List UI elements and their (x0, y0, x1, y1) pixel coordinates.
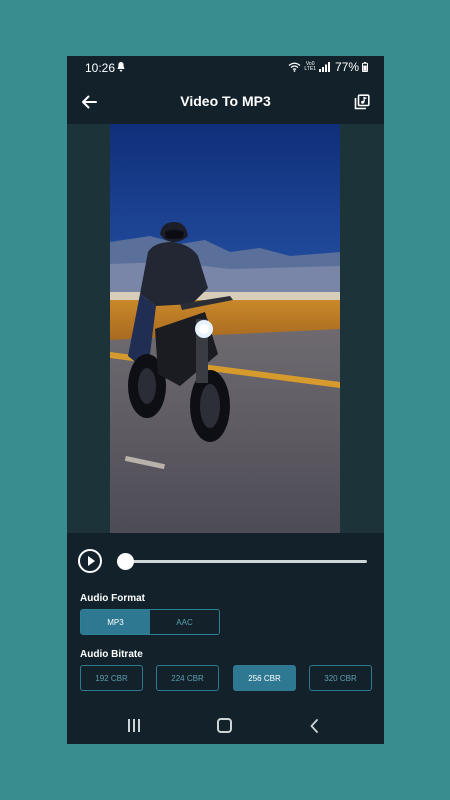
seek-bar[interactable] (127, 560, 367, 563)
battery-percent: 77% (334, 60, 359, 74)
bitrate-option-224[interactable]: 224 CBR (156, 665, 219, 691)
network-type-bottom: LTE1 (304, 66, 316, 72)
format-option-mp3[interactable]: MP3 (81, 610, 150, 634)
play-button[interactable] (78, 549, 102, 573)
bitrate-option-192[interactable]: 192 CBR (80, 665, 143, 691)
format-option-aac[interactable]: AAC (150, 610, 219, 634)
nav-back-button[interactable] (307, 717, 321, 735)
battery-icon (362, 62, 368, 72)
system-navigation-bar (67, 708, 384, 744)
bitrate-option-320[interactable]: 320 CBR (309, 665, 372, 691)
video-frame (110, 124, 340, 533)
phone-screen: 10:26 Vo0 LTE1 77% Video To MP3 Audio Fo… (67, 56, 384, 744)
media-library-button[interactable] (350, 90, 374, 114)
audio-bitrate-options: 192 CBR 224 CBR 256 CBR 320 CBR (80, 665, 372, 691)
chevron-left-icon (310, 719, 318, 733)
media-library-icon (354, 94, 370, 110)
wifi-icon (288, 62, 301, 72)
status-icons: Vo0 LTE1 77% (288, 60, 368, 74)
audio-bitrate-label: Audio Bitrate (80, 649, 143, 660)
page-title: Video To MP3 (180, 93, 271, 109)
home-button[interactable] (217, 718, 232, 733)
arrow-left-icon (82, 95, 97, 109)
recents-button[interactable] (128, 719, 142, 733)
audio-format-toggle: MP3 AAC (80, 609, 220, 635)
notification-icon (117, 62, 125, 72)
bitrate-option-256[interactable]: 256 CBR (233, 665, 296, 691)
video-preview[interactable] (67, 124, 384, 533)
audio-format-label: Audio Format (80, 593, 145, 604)
signal-icon (318, 62, 330, 72)
status-bar: 10:26 Vo0 LTE1 77% (67, 56, 384, 80)
status-time: 10:26 (85, 61, 116, 75)
seek-thumb[interactable] (117, 553, 134, 570)
app-bar: Video To MP3 (67, 80, 384, 124)
motorcycle-video-thumbnail (110, 124, 340, 533)
play-icon (87, 556, 95, 566)
network-type: Vo0 LTE1 (304, 62, 316, 72)
back-button[interactable] (77, 90, 101, 114)
